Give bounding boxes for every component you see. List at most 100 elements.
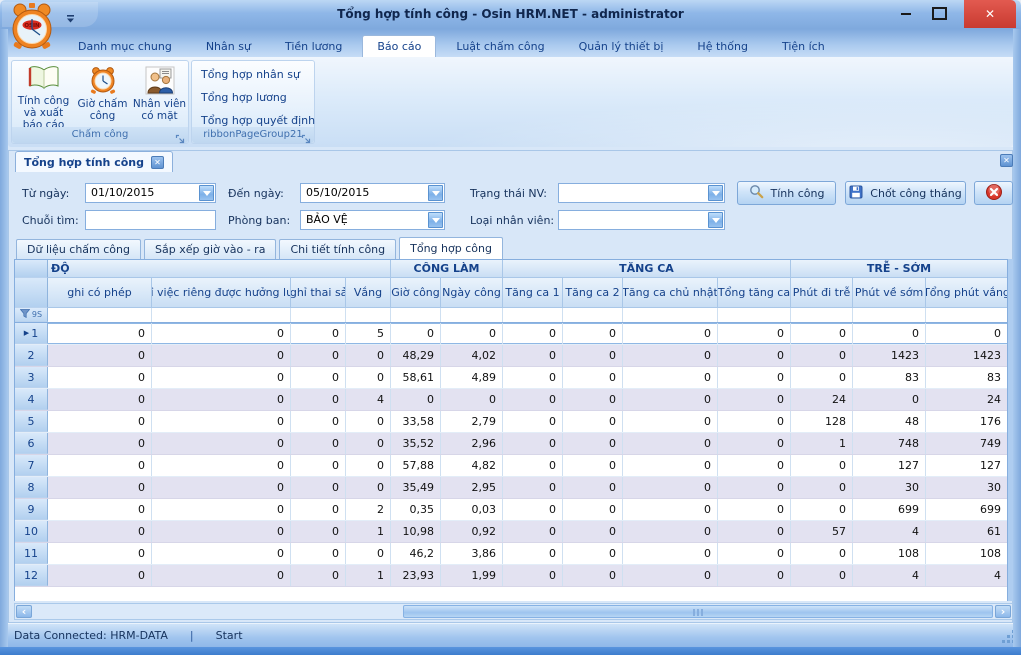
document-tab-tong-hop-tinh-cong[interactable]: Tổng hợp tính công ✕ [15,151,173,172]
grid-cell[interactable]: 23,93 [391,565,441,586]
column-header-phut-ve-som[interactable]: Phút về sớm [853,278,926,308]
scroll-left-arrow-icon[interactable]: ‹ [16,605,32,618]
grid-cell[interactable]: 2,96 [441,433,503,454]
grid-cell[interactable]: 0 [48,345,152,366]
grid-cell[interactable]: 0 [48,521,152,542]
grid-cell[interactable]: 0 [152,367,291,388]
grid-cell[interactable]: 0 [346,433,391,454]
grid-cell[interactable]: 0 [152,455,291,476]
grid-cell[interactable]: 0 [791,367,853,388]
grid-cell[interactable]: 4 [853,521,926,542]
grid-cell[interactable]: 0 [791,455,853,476]
grid-cell[interactable]: 0 [718,455,791,476]
grid-cell[interactable]: 1,99 [441,565,503,586]
row-indicator[interactable]: 6 [15,433,48,454]
grid-cell[interactable]: 0 [791,323,853,344]
view-tab-sap-xep-gio-vao-ra[interactable]: Sắp xếp giờ vào - ra [144,239,276,259]
grid-cell[interactable]: 699 [853,499,926,520]
dialog-launcher-icon[interactable] [175,130,186,141]
grid-cell[interactable]: 108 [853,543,926,564]
quick-access-dropdown-icon[interactable] [66,8,75,27]
row-indicator[interactable]: 2 [15,345,48,366]
grid-cell[interactable]: 0 [563,477,623,498]
ribbon-tab-tien-ich[interactable]: Tiện ích [768,36,839,57]
ribbon-tab-nhan-su[interactable]: Nhân sự [192,36,265,57]
grid-band-do[interactable]: ĐỘ [48,260,391,278]
grid-cell[interactable]: 24 [791,389,853,410]
grid-cell[interactable]: 0 [503,367,563,388]
column-header-tang-ca-1[interactable]: Tăng ca 1 [503,278,563,308]
grid-cell[interactable]: 748 [853,433,926,454]
grid-cell[interactable]: 1 [791,433,853,454]
chevron-down-icon[interactable] [428,185,443,201]
from-date-combo[interactable]: 01/10/2015 [85,183,216,203]
grid-cell[interactable]: 0 [718,411,791,432]
grid-cell[interactable]: 108 [926,543,1008,564]
row-indicator[interactable]: 12 [15,565,48,586]
grid-cell[interactable]: 0 [718,543,791,564]
grid-cell[interactable]: 0 [291,367,346,388]
grid-cell[interactable]: 0 [791,543,853,564]
gio-cham-cong-button[interactable]: Giờ chấm công [74,63,131,127]
row-indicator[interactable]: 10 [15,521,48,542]
grid-cell[interactable]: 0 [152,433,291,454]
ribbon-item-tong-hop-luong[interactable]: Tổng hợp lương [192,86,314,109]
grid-band-tre-som[interactable]: TRỄ - SỚM [791,260,1008,278]
grid-cell[interactable]: 0 [503,521,563,542]
grid-cell[interactable]: 61 [926,521,1008,542]
grid-cell[interactable]: 0 [291,455,346,476]
grid-cell[interactable]: 0 [503,411,563,432]
grid-cell[interactable]: 48 [853,411,926,432]
grid-cell[interactable]: 0 [503,499,563,520]
minimize-button[interactable] [896,5,916,22]
grid-cell[interactable]: 1423 [926,345,1008,366]
grid-cell[interactable]: 0 [503,345,563,366]
grid-cell[interactable]: 30 [926,477,1008,498]
grid-cell[interactable]: 0 [623,323,718,344]
grid-cell[interactable]: 0 [791,499,853,520]
grid-cell[interactable]: 0 [346,345,391,366]
grid-cell[interactable]: 0 [346,367,391,388]
grid-cell[interactable]: 0 [48,499,152,520]
ribbon-item-tong-hop-nhan-su[interactable]: Tổng hợp nhân sự [192,63,314,86]
filter-cell-tang-ca-chu-nhat[interactable] [623,308,718,322]
grid-cell[interactable]: 0 [563,323,623,344]
row-indicator[interactable]: 3 [15,367,48,388]
grid-cell[interactable]: 0 [623,367,718,388]
ribbon-tab-luat-cham-cong[interactable]: Luật chấm công [442,36,558,57]
grid-cell[interactable]: 0 [503,433,563,454]
grid-cell[interactable]: 0 [791,477,853,498]
grid-cell[interactable]: 0 [791,565,853,586]
close-filter-button[interactable] [974,181,1013,205]
vertical-scrollbar[interactable] [1008,259,1013,601]
close-window-button[interactable]: ✕ [964,0,1016,28]
grid-cell[interactable]: 0 [718,521,791,542]
filter-cell-phut-ve-som[interactable] [853,308,926,322]
grid-cell[interactable]: 0 [503,477,563,498]
grid-cell[interactable]: 1 [346,565,391,586]
grid-cell[interactable]: 5 [346,323,391,344]
grid-cell[interactable]: 0 [441,323,503,344]
column-header-nghi-thai-san[interactable]: Nghỉ thai sản [291,278,346,308]
grid-cell[interactable]: 0 [48,411,152,432]
grid-cell[interactable]: 0 [346,455,391,476]
grid-cell[interactable]: 0 [563,499,623,520]
grid-cell[interactable]: 0 [48,323,152,344]
grid-cell[interactable]: 0 [441,389,503,410]
grid-cell[interactable]: 127 [853,455,926,476]
grid-cell[interactable]: 0 [346,411,391,432]
grid-cell[interactable]: 0 [152,411,291,432]
filter-cell-vang[interactable] [346,308,391,322]
search-string-input[interactable] [85,210,216,230]
grid-cell[interactable]: 83 [926,367,1008,388]
maximize-button[interactable] [929,5,949,22]
tinh-cong-va-xuat-bao-cao-button[interactable]: Tính công và xuất báo cáo [15,63,72,127]
employee-status-combo[interactable] [558,183,725,203]
grid-cell[interactable]: 30 [853,477,926,498]
grid-cell[interactable]: 46,2 [391,543,441,564]
grid-cell[interactable]: 0 [563,411,623,432]
grid-cell[interactable]: 0 [718,499,791,520]
grid-cell[interactable]: 58,61 [391,367,441,388]
row-indicator[interactable]: 5 [15,411,48,432]
grid-cell[interactable]: 0 [623,543,718,564]
